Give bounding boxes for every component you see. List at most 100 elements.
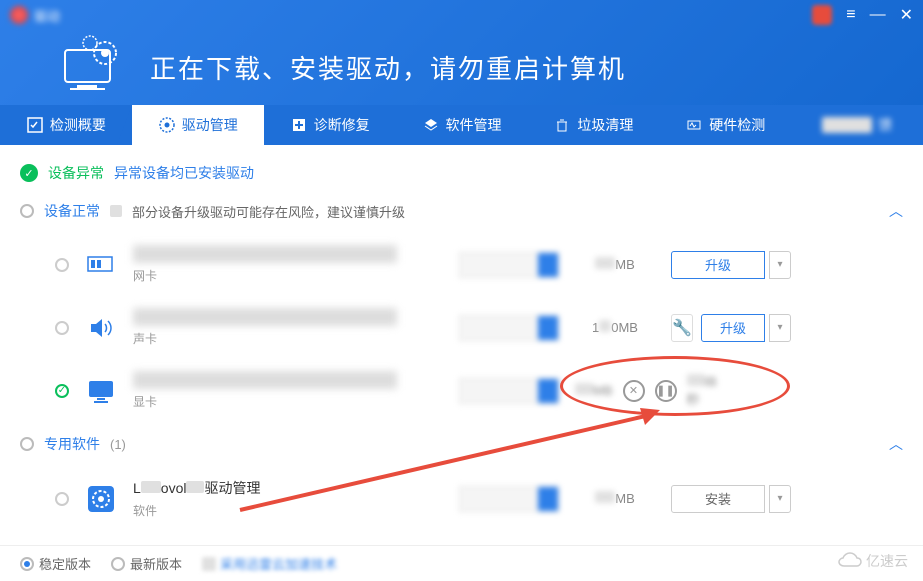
- window-controls: ≡ — ✕: [812, 5, 913, 25]
- speaker-icon: [85, 312, 117, 344]
- tab-label: 驱动管理: [182, 115, 238, 135]
- version-dropdown[interactable]: [459, 315, 559, 341]
- check-icon: ✓: [20, 164, 38, 182]
- gear-graphic-icon: [55, 35, 125, 100]
- device-type: 显卡: [133, 393, 443, 410]
- menu-icon[interactable]: ≡: [846, 6, 855, 24]
- tab-label: 垃圾清理: [577, 115, 633, 135]
- row-checkbox[interactable]: [55, 492, 69, 506]
- blurred-icon: [822, 117, 872, 133]
- footer: 稳定版本 最新版本 采用迅雷云加速技术: [0, 545, 923, 581]
- software-name: Lovol驱动管理: [133, 478, 443, 498]
- app-logo: 驱动: [10, 6, 60, 25]
- size-blurred: [599, 320, 611, 332]
- device-info: 声卡: [133, 308, 443, 347]
- trash-icon: [553, 116, 571, 134]
- thunder-icon: [202, 557, 216, 571]
- gear-icon: [158, 116, 176, 134]
- logo-icon: [10, 6, 28, 24]
- radio-icon[interactable]: [20, 204, 34, 218]
- software-icon: [85, 483, 117, 515]
- tab-hardware[interactable]: 硬件检测: [659, 105, 791, 145]
- watermark: 亿速云: [838, 551, 908, 571]
- cloud-icon: [838, 552, 862, 570]
- tab-label: 诊断修复: [314, 115, 370, 135]
- device-type: 网卡: [133, 267, 443, 284]
- main-tabs: 检测概要 驱动管理 诊断修复 软件管理 垃圾清理 硬件检测 馈: [0, 105, 923, 145]
- size-column: 10MB: [575, 320, 655, 335]
- section-desc: 部分设备升级驱动可能存在风险，建议谨慎升级: [132, 202, 405, 221]
- tab-label: 馈: [878, 115, 892, 135]
- blurred-icon: [110, 205, 122, 217]
- section-normal-devices[interactable]: 设备正常 部分设备升级驱动可能存在风险，建议谨慎升级 ︿: [20, 189, 903, 233]
- section-title: 设备正常: [44, 201, 100, 221]
- close-icon[interactable]: ✕: [900, 5, 913, 25]
- main-content: ✓ 设备异常 异常设备均已安装驱动 设备正常 部分设备升级驱动可能存在风险，建议…: [0, 145, 923, 543]
- chevron-up-icon[interactable]: ︿: [889, 434, 903, 454]
- action-column: 升级 ▾: [671, 251, 791, 279]
- hardware-icon: [685, 116, 703, 134]
- tab-cleanup[interactable]: 垃圾清理: [527, 105, 659, 145]
- version-dropdown[interactable]: [459, 252, 559, 278]
- action-dropdown-icon[interactable]: ▾: [769, 314, 791, 342]
- row-checkbox[interactable]: [55, 321, 69, 335]
- action-dropdown-icon[interactable]: ▾: [769, 485, 791, 513]
- software-icon: [422, 116, 440, 134]
- device-name-blurred: [133, 245, 397, 263]
- device-row-audio: 声卡 10MB 🔧 升级 ▾: [20, 296, 903, 359]
- cancel-button[interactable]: ✕: [623, 380, 645, 402]
- status-desc[interactable]: 异常设备均已安装驱动: [114, 163, 254, 183]
- tab-software[interactable]: 软件管理: [396, 105, 528, 145]
- footer-stable-option[interactable]: 稳定版本: [20, 554, 91, 573]
- software-info: Lovol驱动管理 软件: [133, 478, 443, 519]
- version-dropdown[interactable]: [459, 486, 559, 512]
- monitor-icon: [85, 375, 117, 407]
- page-title: 正在下载、安装驱动，请勿重启计算机: [150, 49, 626, 86]
- diagnose-icon: [290, 116, 308, 134]
- size-blurred: [595, 491, 615, 503]
- wrench-icon[interactable]: 🔧: [671, 314, 693, 342]
- titlebar: 驱动 ≡ — ✕: [0, 0, 923, 30]
- size-column: MB: [575, 257, 655, 272]
- device-type: 声卡: [133, 330, 443, 347]
- minimize-icon[interactable]: —: [870, 6, 886, 24]
- download-size: MB: [575, 383, 613, 398]
- section-count: (1): [110, 437, 126, 452]
- device-row-display: 显卡 MB ✕ ❚❚ IB秒: [20, 359, 903, 422]
- upgrade-button[interactable]: 升级: [671, 251, 765, 279]
- version-dropdown[interactable]: [459, 378, 559, 404]
- overview-icon: [26, 116, 44, 134]
- upgrade-button[interactable]: 升级: [701, 314, 765, 342]
- device-name-blurred: [133, 308, 397, 326]
- tab-diagnose[interactable]: 诊断修复: [264, 105, 396, 145]
- tab-more[interactable]: 馈: [791, 105, 923, 145]
- section-special-software[interactable]: 专用软件 (1) ︿: [20, 422, 903, 466]
- radio-icon[interactable]: [20, 437, 34, 451]
- footer-tech-info: 采用迅雷云加速技术: [202, 554, 337, 573]
- size-blurred: [595, 257, 615, 269]
- logo-text: 驱动: [34, 6, 60, 25]
- footer-latest-option[interactable]: 最新版本: [111, 554, 182, 573]
- action-column: 安装 ▾: [671, 485, 791, 513]
- status-label: 设备异常: [48, 163, 104, 183]
- header-main: 正在下载、安装驱动，请勿重启计算机: [0, 30, 923, 105]
- row-checkbox[interactable]: [55, 258, 69, 272]
- tab-overview[interactable]: 检测概要: [0, 105, 132, 145]
- tab-label: 硬件检测: [709, 115, 765, 135]
- software-row: Lovol驱动管理 软件 MB 安装 ▾: [20, 466, 903, 531]
- device-info: 网卡: [133, 245, 443, 284]
- shield-icon[interactable]: [812, 5, 832, 25]
- device-info: 显卡: [133, 371, 443, 410]
- tab-driver[interactable]: 驱动管理: [132, 105, 264, 145]
- radio-checked-icon: [20, 557, 34, 571]
- install-button[interactable]: 安装: [671, 485, 765, 513]
- row-checkbox-checked[interactable]: [55, 384, 69, 398]
- tab-label: 软件管理: [446, 115, 502, 135]
- download-speed: IB秒: [687, 374, 717, 408]
- pause-button[interactable]: ❚❚: [655, 380, 677, 402]
- chevron-up-icon[interactable]: ︿: [889, 201, 903, 221]
- network-card-icon: [85, 249, 117, 281]
- action-dropdown-icon[interactable]: ▾: [769, 251, 791, 279]
- device-row-network: 网卡 MB 升级 ▾: [20, 233, 903, 296]
- software-type: 软件: [133, 502, 443, 519]
